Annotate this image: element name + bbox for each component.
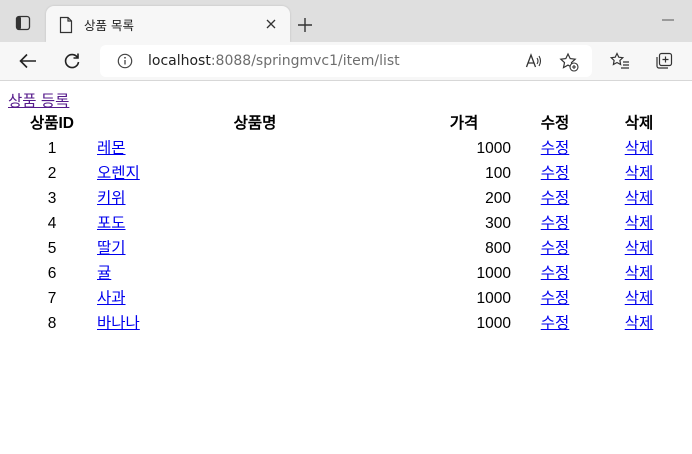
item-id: 7 bbox=[47, 290, 57, 307]
item-price: 200 bbox=[485, 190, 511, 207]
minimize-button[interactable] bbox=[658, 10, 678, 30]
item-price: 1000 bbox=[476, 140, 511, 157]
delete-link[interactable]: 삭제 bbox=[625, 190, 654, 207]
tab-actions-button[interactable] bbox=[8, 10, 38, 36]
address-bar[interactable]: localhost:8088/springmvc1/item/list bbox=[100, 45, 592, 77]
page-icon bbox=[59, 16, 73, 34]
favorites-list-icon bbox=[610, 52, 629, 69]
item-name-link[interactable]: 귤 bbox=[97, 265, 111, 282]
item-name-link[interactable]: 딸기 bbox=[97, 240, 126, 257]
url-text[interactable]: localhost:8088/springmvc1/item/list bbox=[148, 53, 400, 69]
delete-link[interactable]: 삭제 bbox=[625, 265, 654, 282]
favorites-button[interactable] bbox=[606, 47, 634, 75]
plus-icon bbox=[298, 18, 312, 32]
item-name-link[interactable]: 오렌지 bbox=[97, 165, 140, 182]
header-delete: 삭제 bbox=[624, 115, 654, 132]
add-item-link[interactable]: 상품 등록 bbox=[8, 89, 69, 111]
edit-link[interactable]: 수정 bbox=[541, 265, 570, 282]
item-id: 4 bbox=[47, 215, 57, 232]
header-edit: 수정 bbox=[540, 115, 570, 132]
url-host: localhost bbox=[148, 53, 211, 69]
read-aloud-icon bbox=[525, 53, 542, 68]
table-row: 6 귤 1000 수정 삭제 bbox=[10, 262, 680, 285]
collections-icon bbox=[656, 52, 673, 69]
active-tab[interactable]: 상품 목록 bbox=[46, 6, 290, 42]
header-price: 가격 bbox=[449, 115, 479, 132]
item-price: 100 bbox=[485, 165, 511, 182]
table-row: 1 레몬 1000 수정 삭제 bbox=[10, 137, 680, 160]
item-price: 1000 bbox=[476, 315, 511, 332]
table-row: 8 바나나 1000 수정 삭제 bbox=[10, 312, 680, 335]
delete-link[interactable]: 삭제 bbox=[625, 315, 654, 332]
edit-link[interactable]: 수정 bbox=[541, 215, 570, 232]
item-id: 5 bbox=[47, 240, 57, 257]
item-table: 상품ID 상품명 가격 수정 삭제 1 레몬 1000 수정 삭제 2 오렌지 … bbox=[8, 110, 682, 337]
table-row: 2 오렌지 100 수정 삭제 bbox=[10, 162, 680, 185]
item-id: 2 bbox=[47, 165, 57, 182]
table-row: 3 키위 200 수정 삭제 bbox=[10, 187, 680, 210]
star-add-icon bbox=[559, 52, 579, 72]
table-row: 5 딸기 800 수정 삭제 bbox=[10, 237, 680, 260]
item-price: 300 bbox=[485, 215, 511, 232]
delete-link[interactable]: 삭제 bbox=[625, 240, 654, 257]
edit-link[interactable]: 수정 bbox=[541, 240, 570, 257]
table-row: 4 포도 300 수정 삭제 bbox=[10, 212, 680, 235]
tab-actions-icon bbox=[15, 15, 31, 31]
tab-title: 상품 목록 bbox=[84, 18, 134, 33]
item-name-link[interactable]: 바나나 bbox=[97, 315, 140, 332]
table-header-row: 상품ID 상품명 가격 수정 삭제 bbox=[10, 112, 680, 135]
close-icon bbox=[266, 19, 276, 29]
delete-link[interactable]: 삭제 bbox=[625, 215, 654, 232]
back-button[interactable] bbox=[14, 47, 42, 75]
back-arrow-icon bbox=[19, 53, 36, 69]
item-price: 1000 bbox=[476, 290, 511, 307]
edit-link[interactable]: 수정 bbox=[541, 290, 570, 307]
item-name-link[interactable]: 사과 bbox=[97, 290, 126, 307]
table-row: 7 사과 1000 수정 삭제 bbox=[10, 287, 680, 310]
navigation-toolbar: localhost:8088/springmvc1/item/list bbox=[0, 42, 692, 81]
read-aloud-button[interactable] bbox=[524, 51, 544, 71]
item-id: 8 bbox=[47, 315, 57, 332]
item-name-link[interactable]: 레몬 bbox=[97, 140, 126, 157]
header-name: 상품명 bbox=[233, 115, 277, 132]
edit-link[interactable]: 수정 bbox=[541, 165, 570, 182]
item-name-link[interactable]: 포도 bbox=[97, 215, 126, 232]
delete-link[interactable]: 삭제 bbox=[625, 290, 654, 307]
item-price: 1000 bbox=[476, 265, 511, 282]
info-icon[interactable] bbox=[117, 53, 133, 69]
tab-strip: 상품 목록 bbox=[0, 0, 692, 42]
item-id: 6 bbox=[47, 265, 57, 282]
add-favorite-button[interactable] bbox=[558, 51, 580, 73]
item-id: 1 bbox=[47, 140, 57, 157]
item-name-link[interactable]: 키위 bbox=[97, 190, 126, 207]
collections-button[interactable] bbox=[650, 47, 678, 75]
tab-close-button[interactable] bbox=[262, 15, 280, 33]
edit-link[interactable]: 수정 bbox=[541, 315, 570, 332]
edit-link[interactable]: 수정 bbox=[541, 190, 570, 207]
delete-link[interactable]: 삭제 bbox=[625, 165, 654, 182]
url-path: :8088/springmvc1/item/list bbox=[210, 53, 400, 69]
item-price: 800 bbox=[485, 240, 511, 257]
minimize-icon bbox=[662, 19, 674, 21]
item-id: 3 bbox=[47, 190, 57, 207]
delete-link[interactable]: 삭제 bbox=[625, 140, 654, 157]
header-id: 상품ID bbox=[29, 115, 75, 132]
refresh-icon bbox=[64, 53, 80, 69]
edit-link[interactable]: 수정 bbox=[541, 140, 570, 157]
page-content: 상품 등록 상품ID 상품명 가격 수정 삭제 1 레몬 1000 수정 삭제 … bbox=[0, 81, 692, 454]
new-tab-button[interactable] bbox=[292, 12, 318, 38]
refresh-button[interactable] bbox=[58, 47, 86, 75]
